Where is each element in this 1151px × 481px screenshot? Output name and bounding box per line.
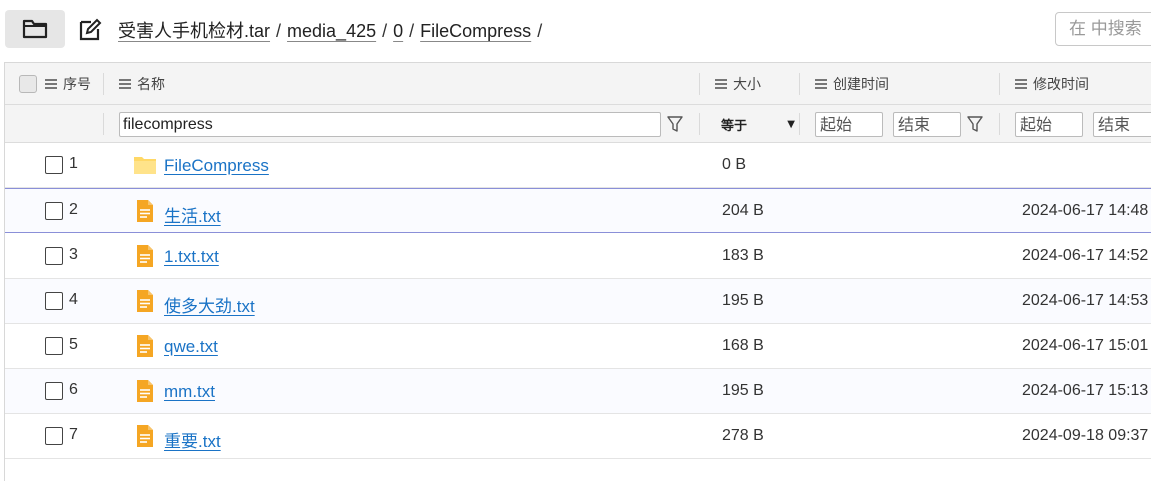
table-row[interactable]: 5 qwe.txt 168 B 2024-06-17 15:01 <box>5 324 1151 369</box>
column-label: 名称 <box>137 77 165 93</box>
modified-start-placeholder: 起始 <box>1020 115 1053 134</box>
row-checkbox[interactable] <box>45 156 63 174</box>
row-index: 3 <box>69 246 78 263</box>
file-size: 0 B <box>722 156 747 173</box>
row-checkbox[interactable] <box>45 292 63 310</box>
size-operator-value: 等于 <box>721 119 748 134</box>
file-name-link[interactable]: 生活.txt <box>164 202 221 227</box>
column-label: 修改时间 <box>1033 77 1089 93</box>
menu-icon <box>45 79 57 89</box>
column-header-size[interactable]: 大小 <box>715 63 761 105</box>
row-index: 7 <box>69 426 78 443</box>
modified-start-input[interactable]: 起始 <box>1015 112 1083 137</box>
file-name-link[interactable]: 1.txt.txt <box>164 247 219 267</box>
row-index: 4 <box>69 291 78 308</box>
breadcrumb-separator: / <box>276 21 282 41</box>
breadcrumb-separator: / <box>537 21 543 41</box>
breadcrumb-separator: / <box>382 21 388 41</box>
select-all-checkbox[interactable] <box>19 75 37 93</box>
column-label: 大小 <box>733 77 761 93</box>
breadcrumb-item[interactable]: 0 <box>393 21 403 41</box>
table-row[interactable]: 7 重要.txt 278 B 2024-09-18 09:37 <box>5 414 1151 459</box>
row-checkbox[interactable] <box>45 427 63 445</box>
row-checkbox[interactable] <box>45 382 63 400</box>
row-index: 1 <box>69 155 78 172</box>
search-input[interactable]: 在 中搜索 <box>1055 12 1151 46</box>
column-label: 序号 <box>63 77 91 93</box>
text-file-icon <box>137 425 153 447</box>
file-size: 204 B <box>722 202 764 219</box>
file-size: 278 B <box>722 427 764 444</box>
file-name-link[interactable]: qwe.txt <box>164 337 218 357</box>
file-size: 168 B <box>722 337 764 354</box>
row-index: 6 <box>69 381 78 398</box>
breadcrumb-item[interactable]: 受害人手机检材.tar <box>118 21 270 41</box>
name-filter-input[interactable]: filecompress <box>119 112 661 137</box>
size-operator-select[interactable]: 等于 ▼ <box>711 112 799 137</box>
row-checkbox[interactable] <box>45 247 63 265</box>
column-header-name[interactable]: 名称 <box>119 63 165 105</box>
filter-row: filecompress 等于 ▼ 起始 结束 起始 结束 <box>5 105 1151 143</box>
breadcrumb: 受害人手机检材.tar / media_425/0/FileCompress / <box>118 17 548 43</box>
file-modified: 2024-06-17 14:52 <box>1022 247 1149 264</box>
text-file-icon <box>137 200 153 222</box>
name-filter-value: filecompress <box>123 116 213 133</box>
table-row[interactable]: 3 1.txt.txt 183 B 2024-06-17 14:52 <box>5 234 1151 279</box>
file-modified: 2024-06-17 14:48 <box>1022 202 1149 219</box>
table-row[interactable]: 2 生活.txt 204 B 2024-06-17 14:48 <box>5 188 1151 233</box>
row-index: 5 <box>69 336 78 353</box>
text-file-icon <box>137 380 153 402</box>
row-index: 2 <box>69 201 78 218</box>
created-start-input[interactable]: 起始 <box>815 112 883 137</box>
modified-end-input[interactable]: 结束 <box>1093 112 1151 137</box>
created-start-placeholder: 起始 <box>820 115 853 134</box>
file-size: 183 B <box>722 247 764 264</box>
created-end-input[interactable]: 结束 <box>893 112 961 137</box>
breadcrumb-separator: / <box>409 21 415 41</box>
folder-icon <box>134 157 156 174</box>
top-bar: 受害人手机检材.tar / media_425/0/FileCompress / 在 … <box>0 0 1151 58</box>
edit-icon[interactable] <box>78 18 102 42</box>
text-file-icon <box>137 245 153 267</box>
file-modified: 2024-06-17 15:13 <box>1022 382 1149 399</box>
menu-icon <box>119 79 131 89</box>
column-header-created[interactable]: 创建时间 <box>815 63 889 105</box>
table-header: 序号 名称 大小 创建时间 修改时间 <box>5 63 1151 105</box>
menu-icon <box>1015 79 1027 89</box>
text-file-icon <box>137 290 153 312</box>
table-row[interactable]: 4 使多大劲.txt 195 B 2024-06-17 14:53 <box>5 279 1151 324</box>
created-end-placeholder: 结束 <box>898 115 931 134</box>
column-header-modified[interactable]: 修改时间 <box>1015 63 1089 105</box>
row-checkbox[interactable] <box>45 337 63 355</box>
table-row[interactable]: 1 FileCompress 0 B <box>5 143 1151 188</box>
file-modified: 2024-09-18 09:37 <box>1022 427 1149 444</box>
dropdown-arrow-icon: ▼ <box>787 119 795 130</box>
funnel-icon[interactable] <box>967 115 983 133</box>
file-size: 195 B <box>722 292 764 309</box>
menu-icon <box>815 79 827 89</box>
file-name-link[interactable]: 使多大劲.txt <box>164 292 255 317</box>
file-table: 序号 名称 大小 创建时间 修改时间 filecompress 等于 ▼ 起始 … <box>4 62 1151 481</box>
text-file-icon <box>137 335 153 357</box>
funnel-icon[interactable] <box>667 115 683 133</box>
row-checkbox[interactable] <box>45 202 63 220</box>
breadcrumb-item[interactable]: media_425 <box>287 21 376 41</box>
folder-icon <box>22 19 48 39</box>
file-name-link[interactable]: FileCompress <box>164 156 269 176</box>
table-row[interactable]: 6 mm.txt 195 B 2024-06-17 15:13 <box>5 369 1151 414</box>
file-name-link[interactable]: 重要.txt <box>164 427 221 452</box>
file-size: 195 B <box>722 382 764 399</box>
modified-end-placeholder: 结束 <box>1098 115 1131 134</box>
search-placeholder: 在 中搜索 <box>1069 19 1142 38</box>
menu-icon <box>715 79 727 89</box>
column-header-index[interactable]: 序号 <box>19 63 91 105</box>
file-modified: 2024-06-17 14:53 <box>1022 292 1149 309</box>
breadcrumb-item[interactable]: FileCompress <box>420 21 531 41</box>
open-folder-button[interactable] <box>5 10 65 48</box>
file-name-link[interactable]: mm.txt <box>164 382 215 402</box>
column-label: 创建时间 <box>833 77 889 93</box>
file-modified: 2024-06-17 15:01 <box>1022 337 1149 354</box>
